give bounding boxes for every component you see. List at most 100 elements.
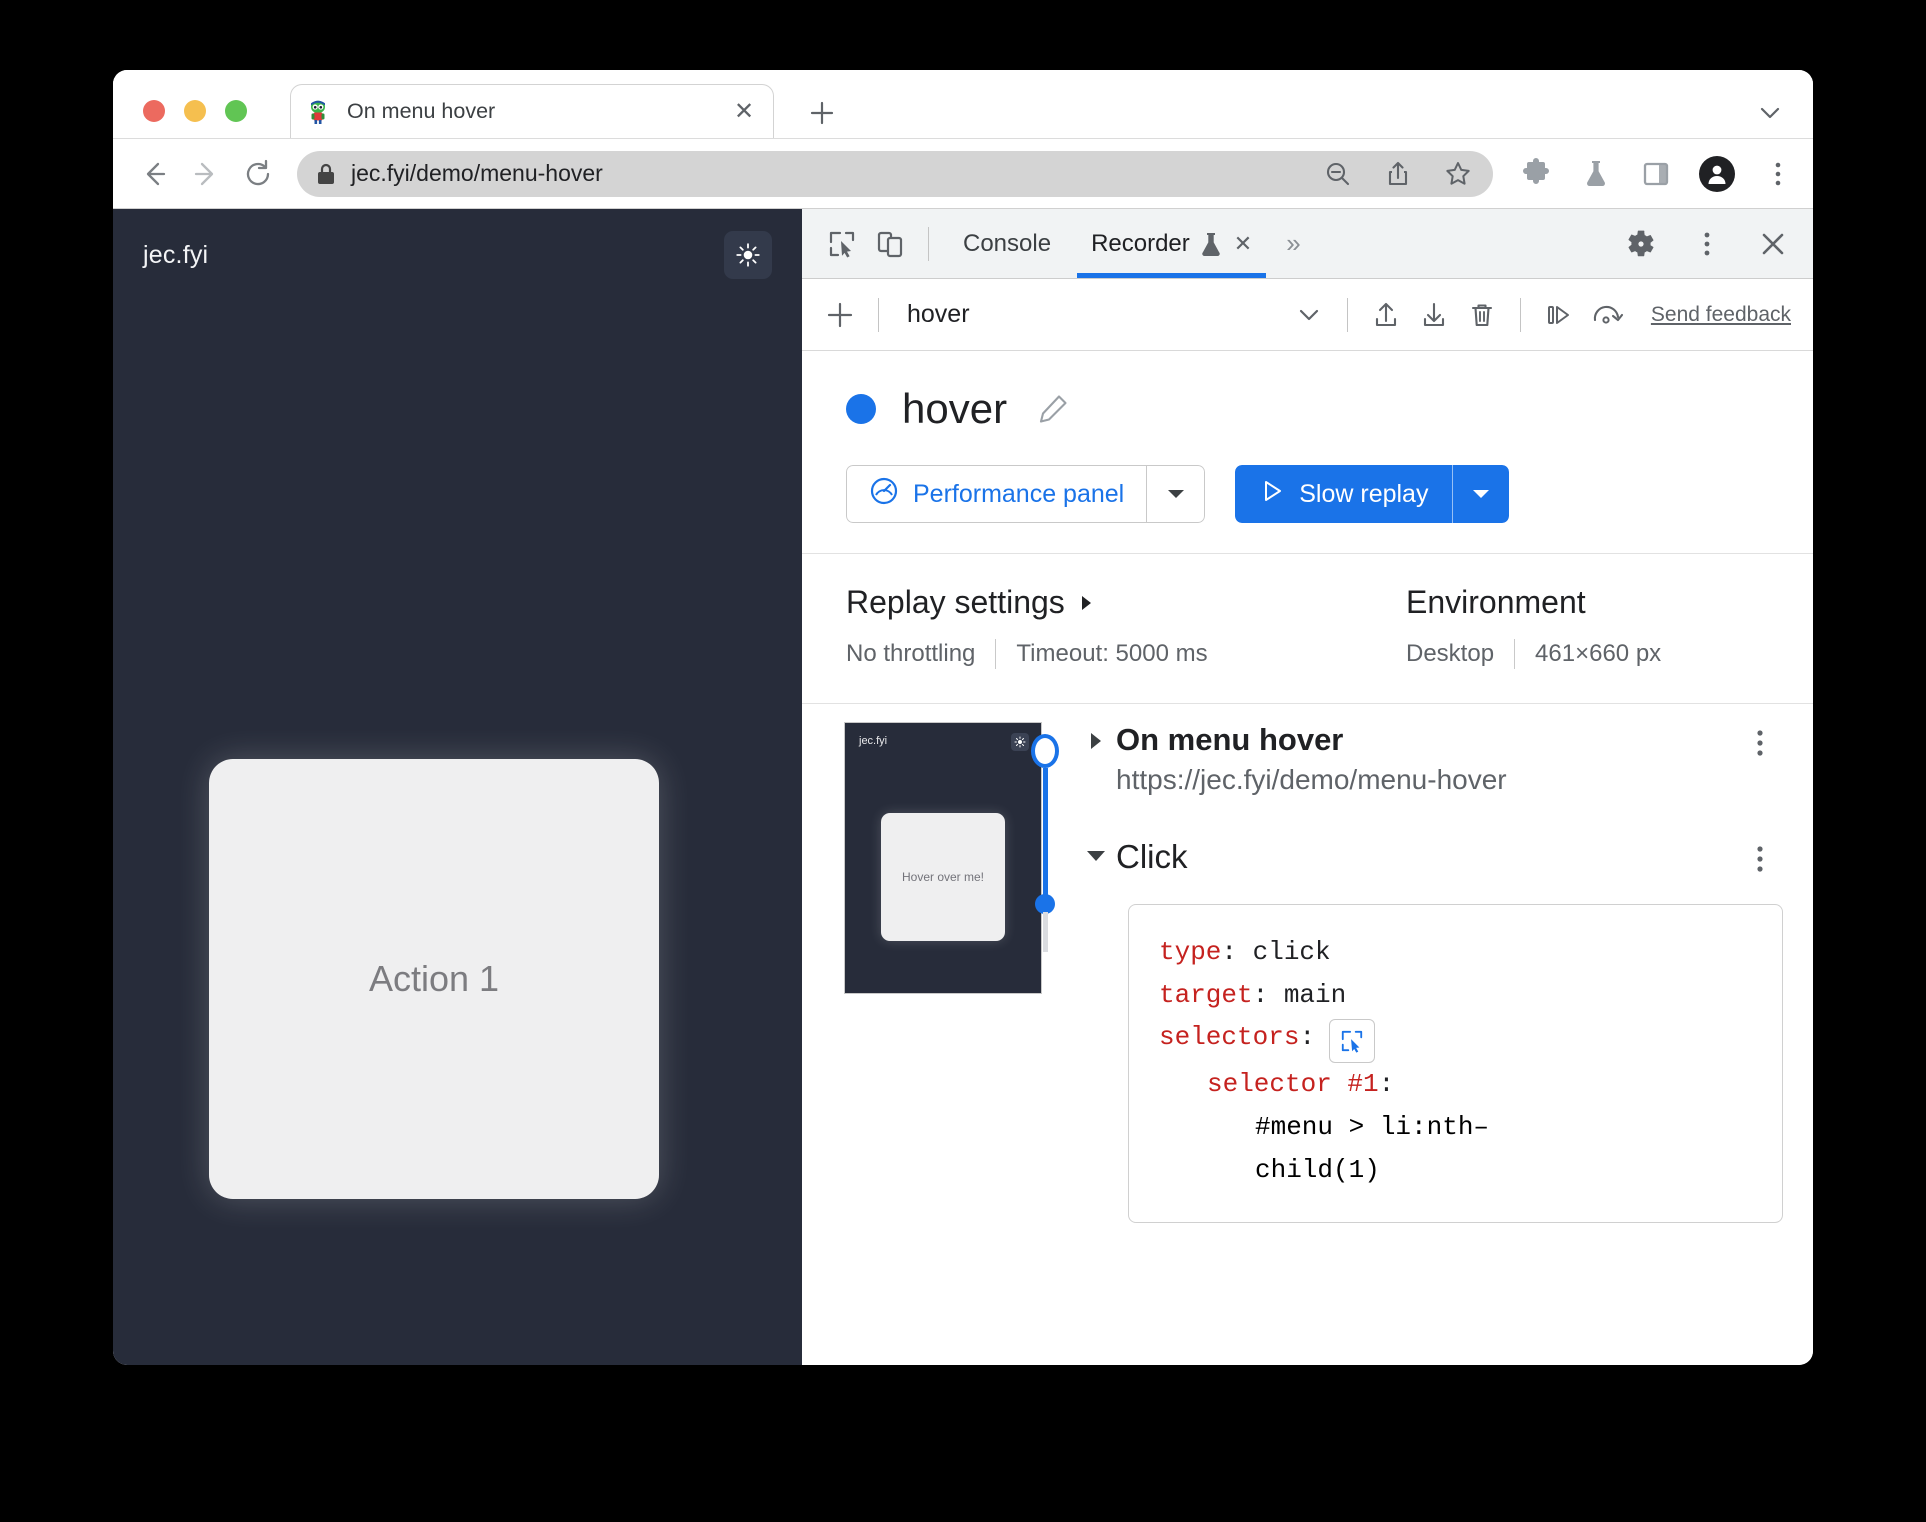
- side-panel-icon[interactable]: [1639, 157, 1673, 191]
- tab-recorder[interactable]: Recorder ✕: [1071, 209, 1272, 278]
- tab-recorder-close-icon[interactable]: ✕: [1234, 231, 1252, 257]
- lab-flask-icon[interactable]: [1579, 157, 1613, 191]
- timeline-line-tail: [1043, 912, 1048, 952]
- device-toolbar-icon[interactable]: [866, 220, 914, 268]
- recording-status-dot: [846, 394, 876, 424]
- chrome-menu-icon[interactable]: [1761, 157, 1795, 191]
- new-tab-button[interactable]: [803, 94, 841, 132]
- page-header: jec.fyi: [113, 209, 802, 301]
- delete-recording-icon[interactable]: [1458, 291, 1506, 339]
- recording-select-chevron-down-icon[interactable]: [1285, 291, 1333, 339]
- throttling-value: No throttling: [846, 640, 976, 667]
- step-on-menu-hover[interactable]: On menu hover https://jec.fyi/demo/menu-…: [1076, 722, 1783, 796]
- code-key-selector1: selector #1: [1207, 1069, 1379, 1100]
- lock-icon: [315, 162, 337, 186]
- share-icon[interactable]: [1381, 157, 1415, 191]
- step-title: Click: [1116, 837, 1188, 875]
- more-tabs-icon[interactable]: »: [1272, 228, 1314, 259]
- slow-replay-button-group: Slow replay: [1235, 465, 1510, 523]
- tab-console-label: Console: [963, 229, 1052, 257]
- toolbar-divider: [1519, 297, 1521, 332]
- tab-title: On menu hover: [347, 99, 496, 123]
- performance-panel-caret-icon[interactable]: [1147, 465, 1206, 523]
- performance-panel-label: Performance panel: [913, 479, 1125, 508]
- add-recording-button[interactable]: [816, 291, 864, 339]
- send-feedback-link[interactable]: Send feedback: [1651, 303, 1791, 327]
- code-line-target: target: main: [1159, 974, 1752, 1017]
- minimize-window-button[interactable]: [184, 100, 206, 122]
- close-window-button[interactable]: [143, 100, 165, 122]
- window-content: jec.fyi Action 1 Console Recorder ✕ » ho…: [113, 209, 1813, 1365]
- back-button[interactable]: [131, 151, 177, 197]
- replay-settings-toggle[interactable]: Replay settings: [846, 584, 1406, 621]
- toolbar-divider: [878, 297, 879, 332]
- step-collapse-caret-down-icon[interactable]: [1076, 838, 1116, 866]
- recorder-action-buttons: Performance panel Slow replay: [846, 465, 1769, 523]
- bookmark-star-icon[interactable]: [1441, 157, 1475, 191]
- export-recording-icon[interactable]: [1410, 291, 1458, 339]
- code-line-type: type: click: [1159, 931, 1752, 974]
- experiment-flask-icon: [1200, 231, 1222, 257]
- more-options-kebab-icon[interactable]: [1683, 220, 1731, 268]
- replay-retry-icon[interactable]: [1583, 291, 1631, 339]
- address-bar[interactable]: jec.fyi/demo/menu-hover: [297, 150, 1493, 197]
- code-colon-selector1: :: [1378, 1069, 1395, 1100]
- inspect-element-icon[interactable]: [818, 220, 866, 268]
- code-line-selector1: selector #1:: [1159, 1063, 1752, 1106]
- tab-list-chevron-down-icon[interactable]: [1753, 96, 1787, 130]
- step-more-options-kebab-icon[interactable]: [1737, 838, 1783, 878]
- web-page-viewport: jec.fyi Action 1: [113, 209, 802, 1365]
- pencil-edit-icon[interactable]: [1033, 389, 1073, 429]
- code-key-target: target: [1159, 979, 1253, 1010]
- recorder-steps: jec.fyi Hover over me! On menu hover htt…: [802, 704, 1813, 1365]
- step-click[interactable]: Click type: click target: main selectors…: [1076, 837, 1783, 1224]
- recorder-settings-row: Replay settings No throttling Timeout: 5…: [802, 554, 1813, 704]
- address-bar-url: jec.fyi/demo/menu-hover: [351, 160, 603, 186]
- action-card[interactable]: Action 1: [209, 759, 659, 1199]
- step-expand-caret-right-icon[interactable]: [1076, 722, 1116, 752]
- tab-console[interactable]: Console: [943, 209, 1071, 278]
- replay-settings-label: Replay settings: [846, 584, 1065, 620]
- action-card-label: Action 1: [368, 958, 500, 999]
- maximize-window-button[interactable]: [225, 100, 247, 122]
- value-divider: [995, 639, 997, 669]
- code-colon-selectors: :: [1299, 1022, 1316, 1053]
- slow-replay-caret-icon[interactable]: [1452, 465, 1510, 523]
- environment-label: Environment: [1406, 584, 1586, 620]
- profile-avatar[interactable]: [1699, 155, 1735, 192]
- environment-column: Environment Desktop 461×660 px: [1406, 584, 1661, 669]
- replay-settings-column: Replay settings No throttling Timeout: 5…: [846, 584, 1406, 669]
- code-key-selectors: selectors: [1159, 1022, 1300, 1053]
- toolbar-divider: [928, 226, 929, 261]
- step-more-options-kebab-icon[interactable]: [1737, 722, 1783, 762]
- tab-favicon-icon: [305, 99, 331, 125]
- import-recording-icon[interactable]: [1362, 291, 1410, 339]
- slow-replay-button[interactable]: Slow replay: [1235, 465, 1453, 523]
- thumbnail-brand: jec.fyi: [859, 735, 888, 747]
- devtools-tab-bar: Console Recorder ✕ »: [802, 209, 1813, 279]
- step-list: On menu hover https://jec.fyi/demo/menu-…: [1076, 722, 1813, 1365]
- tab-close-icon[interactable]: ✕: [729, 97, 759, 127]
- settings-gear-icon[interactable]: [1617, 220, 1665, 268]
- forward-button[interactable]: [183, 151, 229, 197]
- replay-step-icon[interactable]: [1535, 291, 1583, 339]
- zoom-out-icon[interactable]: [1321, 157, 1355, 191]
- sun-icon[interactable]: [724, 231, 772, 279]
- extensions-puzzle-icon[interactable]: [1519, 157, 1553, 191]
- play-triangle-icon: [1259, 478, 1285, 511]
- recording-title: hover: [902, 385, 1008, 432]
- step-title: On menu hover: [1116, 722, 1344, 757]
- browser-tab[interactable]: On menu hover ✕: [290, 84, 774, 138]
- performance-panel-button[interactable]: Performance panel: [846, 465, 1148, 523]
- close-devtools-icon[interactable]: [1749, 220, 1797, 268]
- step-marker-click: [1035, 894, 1055, 914]
- browser-toolbar: jec.fyi/demo/menu-hover: [113, 139, 1813, 209]
- recorder-toolbar: hover Send feedback: [802, 279, 1813, 351]
- recording-name: hover: [907, 300, 970, 328]
- select-element-icon[interactable]: [1329, 1019, 1376, 1064]
- browser-toolbar-actions: [1507, 155, 1795, 192]
- code-line-selector1-value-2: child(1): [1255, 1155, 1380, 1186]
- code-key-type: type: [1159, 936, 1222, 967]
- step-marker-start: [1031, 734, 1059, 768]
- reload-button[interactable]: [235, 151, 281, 197]
